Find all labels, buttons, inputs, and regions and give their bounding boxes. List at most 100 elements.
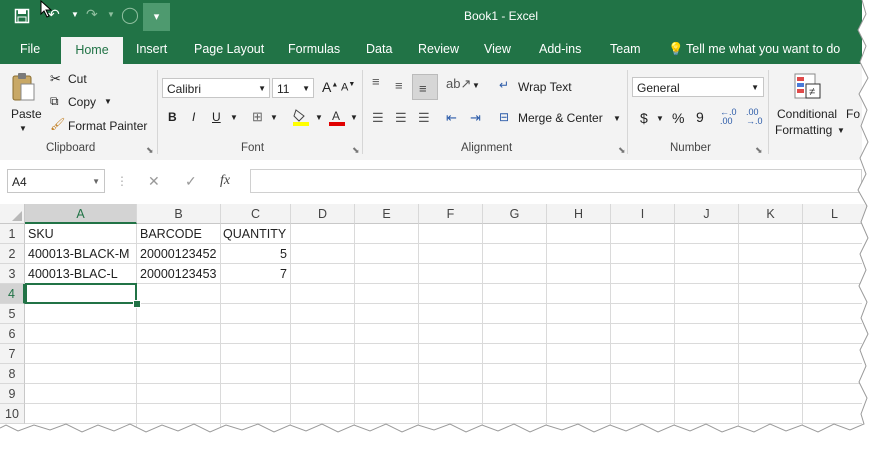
comma-button[interactable]: 9 [696, 109, 704, 125]
wrap-text-button[interactable]: Wrap Text [518, 80, 572, 94]
align-bottom-button[interactable]: ≡ [412, 74, 438, 100]
cut-button[interactable]: Cut [68, 72, 87, 86]
align-center-icon[interactable]: ☰ [395, 110, 407, 126]
orientation-icon[interactable]: ab↗ [446, 76, 471, 92]
underline-button[interactable]: U [212, 110, 221, 124]
name-box[interactable]: A4 ▼ [7, 169, 105, 193]
tab-review[interactable]: Review [418, 42, 459, 56]
chevron-down-icon[interactable]: ▼ [92, 170, 100, 194]
align-right-icon[interactable]: ☰ [418, 110, 430, 126]
chevron-down-icon[interactable]: ▼ [302, 79, 310, 99]
italic-button[interactable]: I [192, 110, 195, 124]
copy-dropdown-icon[interactable]: ▼ [104, 97, 112, 106]
row-header-7[interactable]: 7 [0, 344, 25, 364]
column-header-l[interactable]: L [803, 204, 867, 224]
enter-icon[interactable]: ✓ [185, 173, 197, 190]
column-header-e[interactable]: E [355, 204, 419, 224]
font-launcher-icon[interactable]: ⬊ [352, 145, 360, 156]
border-icon[interactable]: ⊞ [252, 109, 263, 125]
row-header-10[interactable]: 10 [0, 404, 25, 424]
merge-center-button[interactable]: Merge & Center [518, 111, 603, 125]
format-painter-icon[interactable]: 🖌 [50, 117, 65, 131]
merge-center-icon[interactable]: ⊟ [499, 110, 509, 124]
fill-handle[interactable] [133, 300, 141, 308]
align-middle-icon[interactable]: ≡ [395, 78, 403, 93]
column-header-i[interactable]: I [611, 204, 675, 224]
conditional-formatting-button[interactable]: Conditional [777, 107, 837, 121]
wrap-text-icon[interactable]: ↵ [499, 78, 509, 92]
clipboard-launcher-icon[interactable]: ⬊ [146, 145, 154, 156]
column-header-f[interactable]: F [419, 204, 483, 224]
tab-file[interactable]: File [20, 42, 40, 56]
decrease-indent-icon[interactable]: ⇤ [446, 110, 457, 126]
formula-input[interactable] [250, 169, 862, 193]
currency-dropdown-icon[interactable]: ▼ [656, 114, 664, 123]
underline-dropdown-icon[interactable]: ▼ [230, 113, 238, 122]
paste-dropdown-icon[interactable]: ▼ [19, 124, 27, 133]
font-size-box[interactable]: 11 ▼ [272, 78, 314, 98]
format-painter-button[interactable]: Format Painter [68, 119, 147, 133]
number-launcher-icon[interactable]: ⬊ [755, 145, 763, 156]
cell-b3[interactable]: 20000123453 [140, 264, 216, 284]
font-name-box[interactable]: Calibri ▼ [162, 78, 270, 98]
cell-a1[interactable]: SKU [28, 224, 54, 244]
cell-c1[interactable]: QUANTITY [223, 224, 286, 244]
column-header-k[interactable]: K [739, 204, 803, 224]
align-top-icon[interactable]: ≡ [372, 74, 380, 89]
chevron-down-icon[interactable]: ▼ [751, 78, 759, 98]
column-header-c[interactable]: C [221, 204, 291, 224]
font-color-dropdown-icon[interactable]: ▼ [350, 113, 358, 122]
row-header-9[interactable]: 9 [0, 384, 25, 404]
paste-button[interactable]: Paste [11, 107, 42, 121]
tab-team[interactable]: Team [610, 42, 641, 56]
cancel-icon[interactable]: ✕ [148, 173, 160, 190]
row-header-8[interactable]: 8 [0, 364, 25, 384]
increase-decimal-icon[interactable]: ←.0.00 [720, 108, 737, 126]
font-color-icon[interactable]: A [328, 108, 346, 129]
row-header-2[interactable]: 2 [0, 244, 25, 264]
tab-view[interactable]: View [484, 42, 511, 56]
column-header-a[interactable]: A [25, 204, 137, 224]
merge-dropdown-icon[interactable]: ▼ [613, 114, 621, 123]
orientation-dropdown-icon[interactable]: ▼ [472, 81, 480, 90]
row-header-5[interactable]: 5 [0, 304, 25, 324]
alignment-launcher-icon[interactable]: ⬊ [618, 145, 626, 156]
percent-button[interactable]: % [672, 110, 684, 126]
currency-button[interactable]: $ [640, 110, 648, 126]
cell-b2[interactable]: 20000123452 [140, 244, 216, 264]
row-header-1[interactable]: 1 [0, 224, 25, 244]
copy-icon[interactable]: ⧉ [50, 94, 59, 109]
number-format-box[interactable]: General ▼ [632, 77, 764, 97]
cell-a2[interactable]: 400013-BLACK-M [28, 244, 129, 264]
tab-data[interactable]: Data [366, 42, 392, 56]
selected-cell-a4[interactable] [25, 283, 137, 304]
select-all-corner[interactable] [0, 204, 25, 224]
chevron-down-icon[interactable]: ▼ [258, 79, 266, 99]
cell-a3[interactable]: 400013-BLAC-L [28, 264, 118, 284]
copy-button[interactable]: Copy [68, 95, 96, 109]
cell-c3[interactable]: 7 [221, 264, 287, 284]
tab-home[interactable]: Home [61, 37, 123, 64]
tab-page-layout[interactable]: Page Layout [194, 42, 264, 56]
format-table-partial[interactable]: Fo [846, 107, 860, 121]
tell-me-search[interactable]: Tell me what you want to do [686, 42, 840, 56]
tab-insert[interactable]: Insert [136, 42, 167, 56]
conditional-dropdown-icon[interactable]: ▼ [837, 126, 845, 135]
column-header-j[interactable]: J [675, 204, 739, 224]
shrink-font-icon[interactable]: A▼ [341, 81, 355, 94]
lightbulb-icon[interactable]: 💡 [668, 42, 684, 57]
cell-b1[interactable]: BARCODE [140, 224, 202, 244]
column-header-g[interactable]: G [483, 204, 547, 224]
column-header-b[interactable]: B [137, 204, 221, 224]
align-left-icon[interactable]: ☰ [372, 110, 384, 126]
column-header-d[interactable]: D [291, 204, 355, 224]
column-header-h[interactable]: H [547, 204, 611, 224]
conditional-formatting-icon[interactable]: ≠ [793, 72, 823, 105]
bold-button[interactable]: B [168, 110, 177, 124]
row-header-4[interactable]: 4 [0, 284, 25, 304]
fill-color-icon[interactable] [292, 108, 310, 129]
row-header-6[interactable]: 6 [0, 324, 25, 344]
insert-function-icon[interactable]: fx [220, 173, 230, 189]
paste-icon[interactable] [10, 72, 36, 102]
decrease-decimal-icon[interactable]: .00 →.0 [746, 108, 763, 126]
